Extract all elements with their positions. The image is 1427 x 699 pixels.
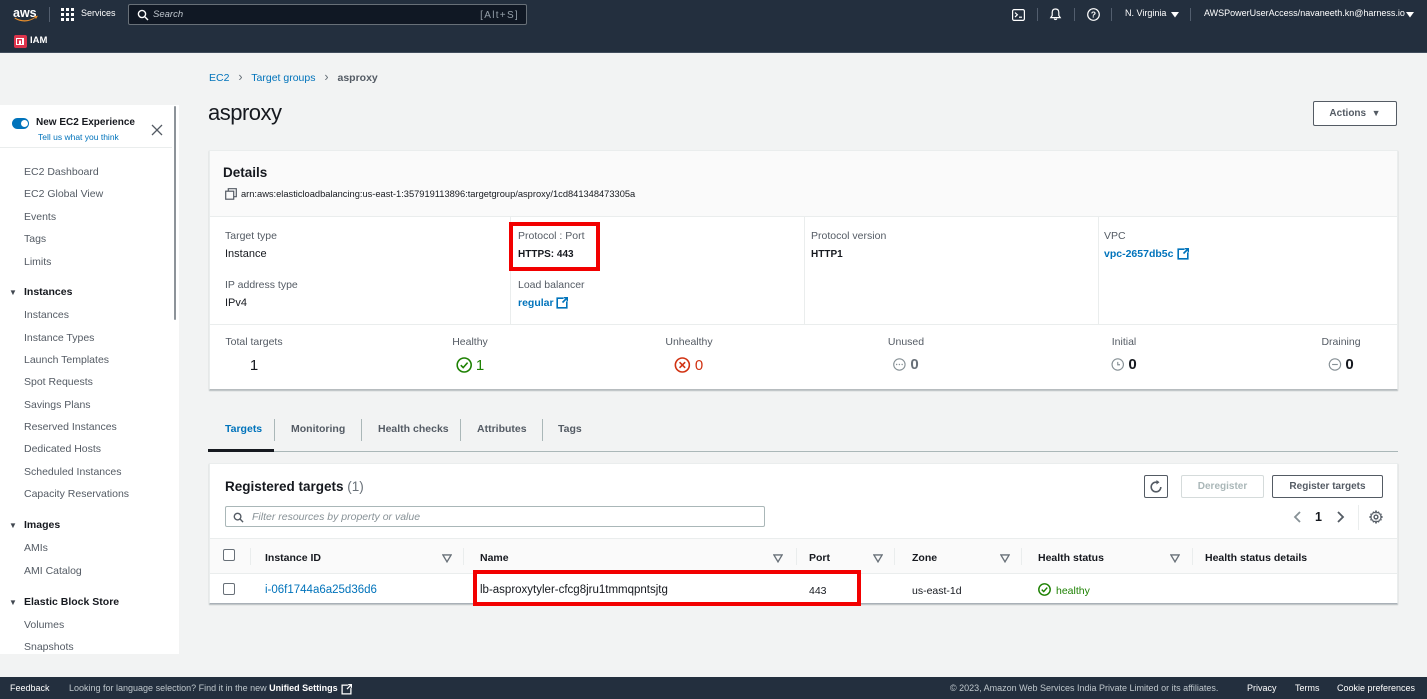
svg-text:?: ? <box>1091 9 1096 19</box>
svg-text:aws: aws <box>13 6 37 20</box>
